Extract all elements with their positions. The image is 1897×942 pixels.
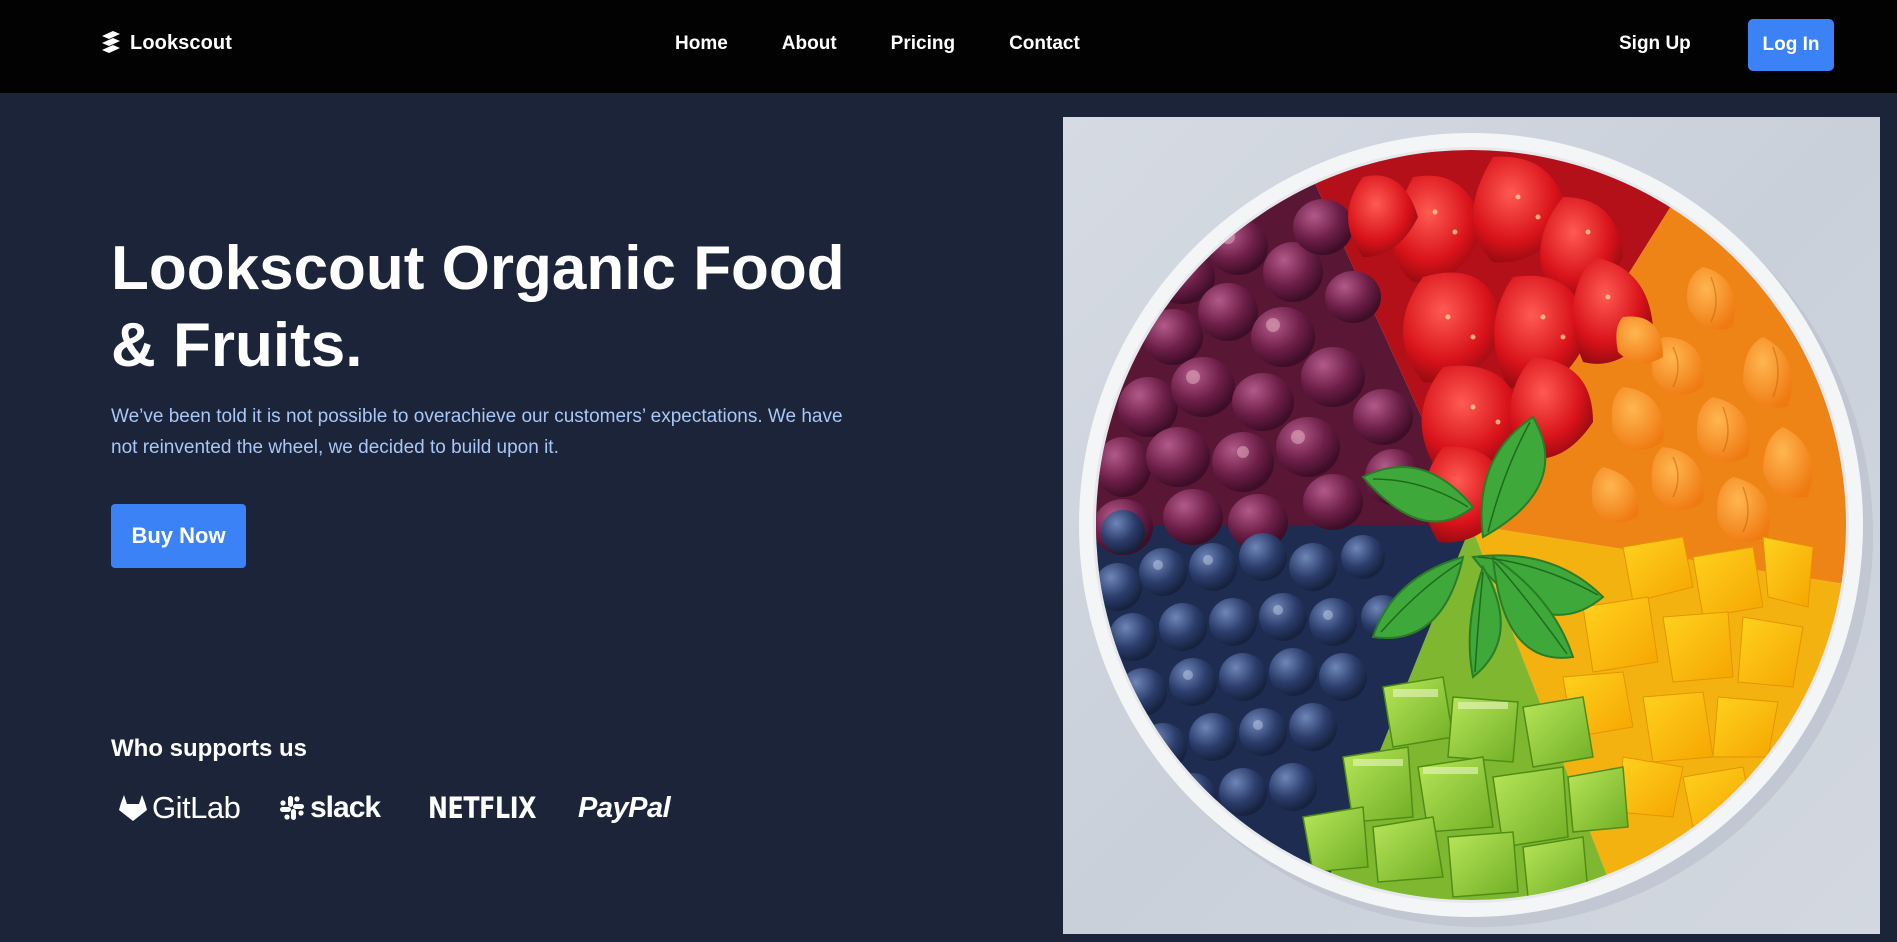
hero-title-line-2: & Fruits. [111, 311, 363, 380]
slack-logo-text: slack [310, 791, 381, 824]
netflix-logo-text: NETFLIX [428, 791, 537, 825]
slack-logo: slack [278, 784, 381, 832]
brand-logo[interactable]: Lookscout [99, 28, 232, 58]
hero-title-line-1: Lookscout Organic Food [111, 234, 845, 303]
hero-description-line-2: not reinvented the wheel, we decided to … [111, 437, 559, 458]
nav-home-link[interactable]: Home [648, 27, 755, 61]
fruit-bowl-image [1063, 117, 1880, 934]
main-nav: Home About Pricing Contact [648, 27, 1107, 61]
gitlab-fox-icon [119, 795, 147, 821]
hero-description: We’ve been told it is not possible to ov… [111, 401, 901, 463]
fruit-bowl-illustration [1079, 133, 1873, 927]
brand-name: Lookscout [130, 31, 233, 54]
paypal-logo: PayPal [578, 784, 671, 832]
buy-now-button[interactable]: Buy Now [111, 504, 246, 568]
supporters-title: Who supports us [111, 735, 307, 762]
nav-about-link[interactable]: About [755, 27, 864, 61]
slack-hash-icon [280, 796, 304, 820]
hero-description-line-1: We’ve been told it is not possible to ov… [111, 406, 843, 427]
nav-pricing-link[interactable]: Pricing [864, 27, 982, 61]
gitlab-logo-text: GitLab [152, 790, 241, 825]
gitlab-logo: GitLab [118, 784, 241, 832]
sign-up-link[interactable]: Sign Up [1601, 27, 1709, 61]
nav-contact-link[interactable]: Contact [982, 27, 1107, 61]
navbar: Lookscout Home About Pricing Contact Sig… [0, 0, 1897, 93]
hero-title: Lookscout Organic Food & Fruits. [111, 230, 901, 384]
stack-layers-icon [102, 31, 120, 53]
log-in-button[interactable]: Log In [1748, 19, 1834, 71]
netflix-logo: NETFLIX [428, 784, 560, 832]
paypal-logo-text: PayPal [578, 791, 671, 824]
